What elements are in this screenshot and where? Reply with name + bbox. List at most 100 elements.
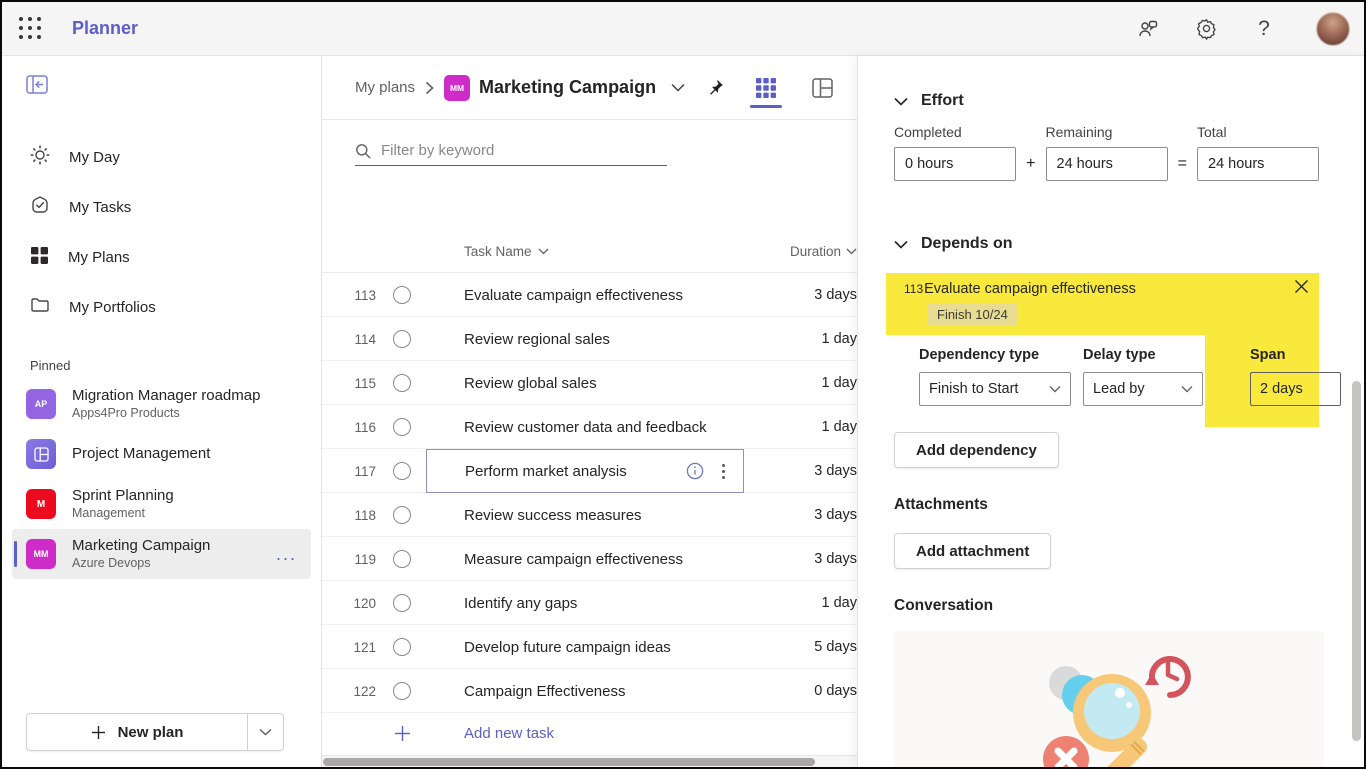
grid-view-icon — [755, 77, 777, 99]
add-new-task-row[interactable]: Add new task — [322, 713, 857, 753]
conversation-heading: Conversation — [894, 597, 1319, 615]
depends-on-section-header[interactable]: Depends on — [894, 235, 1319, 253]
task-complete-circle[interactable] — [393, 286, 411, 304]
task-name-cell[interactable]: Identify any gaps — [426, 581, 757, 625]
delay-type-label: Delay type — [1083, 347, 1203, 363]
task-name-cell[interactable]: Measure campaign effectiveness — [426, 537, 757, 581]
board-view-tab[interactable] — [809, 68, 835, 108]
feedback-icon[interactable] — [1136, 17, 1160, 41]
filter-input[interactable] — [381, 142, 667, 159]
table-row[interactable]: 116 Review customer data and feedback 1 … — [322, 405, 857, 449]
chevron-down-icon — [538, 248, 549, 255]
column-header-duration[interactable]: Duration — [757, 244, 857, 259]
breadcrumb-my-plans-link[interactable]: My plans — [355, 79, 415, 96]
column-header-task-name[interactable]: Task Name — [426, 244, 757, 259]
add-dependency-button[interactable]: Add dependency — [894, 432, 1059, 468]
task-complete-circle[interactable] — [393, 682, 411, 700]
plan-icon: MM — [444, 75, 470, 101]
task-complete-circle[interactable] — [393, 506, 411, 524]
task-duration: 3 days — [757, 507, 857, 523]
task-id: 117 — [322, 464, 378, 479]
task-complete-circle[interactable] — [393, 462, 411, 480]
horizontal-scrollbar[interactable] — [322, 755, 857, 767]
sidebar-nav: My Day My Tasks — [2, 132, 321, 332]
help-icon[interactable]: ? — [1252, 17, 1276, 41]
plan-title: Marketing Campaign — [72, 537, 210, 556]
task-complete-circle[interactable] — [393, 374, 411, 392]
sidebar-item-my-plans[interactable]: My Plans — [2, 232, 321, 282]
task-name-cell[interactable]: Review customer data and feedback — [426, 405, 757, 449]
plus-operator: + — [1016, 155, 1046, 181]
effort-section: Effort Completed + Remaining = Total — [894, 92, 1319, 181]
task-duration: 1 day — [757, 419, 857, 435]
task-complete-circle[interactable] — [393, 418, 411, 436]
total-label: Total — [1197, 124, 1319, 140]
dependency-type-select[interactable]: Finish to Start — [919, 372, 1071, 406]
kebab-menu-icon[interactable] — [720, 462, 727, 481]
chevron-down-icon — [894, 240, 908, 249]
info-icon[interactable] — [686, 462, 704, 480]
conversation-error-illustration — [1004, 645, 1214, 767]
table-row[interactable]: 122 Campaign Effectiveness 0 days — [322, 669, 857, 713]
grid-view-tab[interactable] — [753, 68, 779, 108]
finish-date-badge: Finish 10/24 — [928, 304, 1017, 325]
remove-dependency-icon[interactable] — [1294, 279, 1309, 294]
task-name-cell[interactable]: Perform market analysis — [426, 449, 744, 493]
task-id: 118 — [322, 508, 378, 523]
pinned-plan-migration-manager[interactable]: AP Migration Manager roadmap Apps4Pro Pr… — [12, 379, 311, 429]
task-name-cell[interactable]: Develop future campaign ideas — [426, 625, 757, 669]
task-name-cell[interactable]: Review regional sales — [426, 317, 757, 361]
grid-filled-icon — [30, 246, 49, 269]
sidebar-item-my-day[interactable]: My Day — [2, 132, 321, 182]
new-plan-button[interactable]: New plan — [27, 714, 247, 750]
sidebar-item-my-portfolios[interactable]: My Portfolios — [2, 282, 321, 332]
pinned-plan-marketing-campaign[interactable]: MM Marketing Campaign Azure Devops ... — [12, 529, 311, 579]
remaining-input[interactable] — [1046, 147, 1168, 181]
selected-indicator — [14, 541, 17, 567]
table-row[interactable]: 117 Perform market analysis 3 days — [322, 449, 857, 493]
avatar[interactable] — [1316, 12, 1350, 46]
pinned-plan-sprint-planning[interactable]: M Sprint Planning Management — [12, 479, 311, 529]
task-complete-circle[interactable] — [393, 638, 411, 656]
add-attachment-button[interactable]: Add attachment — [894, 533, 1051, 569]
task-complete-circle[interactable] — [393, 330, 411, 348]
task-name: Review customer data and feedback — [464, 419, 707, 436]
vertical-scrollbar-thumb[interactable] — [1352, 381, 1361, 741]
task-name-cell[interactable]: Campaign Effectiveness — [426, 669, 757, 713]
collapse-sidebar-icon[interactable] — [26, 74, 48, 94]
horizontal-scrollbar-thumb[interactable] — [323, 758, 815, 766]
pinned-list: AP Migration Manager roadmap Apps4Pro Pr… — [2, 379, 321, 579]
task-id: 119 — [322, 552, 378, 567]
span-input[interactable] — [1250, 372, 1341, 406]
app-launcher-icon[interactable] — [18, 16, 44, 42]
span-label: Span — [1250, 347, 1341, 363]
table-row[interactable]: 114 Review regional sales 1 day — [322, 317, 857, 361]
task-complete-circle[interactable] — [393, 550, 411, 568]
task-name-cell[interactable]: Review global sales — [426, 361, 757, 405]
task-name: Identify any gaps — [464, 595, 577, 612]
plan-title: Migration Manager roadmap — [72, 387, 260, 406]
sidebar-item-my-tasks[interactable]: My Tasks — [2, 182, 321, 232]
completed-input[interactable] — [894, 147, 1016, 181]
task-name-cell[interactable]: Review success measures — [426, 493, 757, 537]
more-options-icon[interactable]: ... — [276, 549, 297, 559]
settings-gear-icon[interactable] — [1194, 17, 1218, 41]
table-row[interactable]: 120 Identify any gaps 1 day — [322, 581, 857, 625]
table-row[interactable]: 113 Evaluate campaign effectiveness 3 da… — [322, 273, 857, 317]
new-plan-dropdown-button[interactable] — [247, 714, 283, 750]
task-id: 114 — [322, 332, 378, 347]
task-name-cell[interactable]: Evaluate campaign effectiveness — [426, 273, 757, 317]
depends-on-section: Depends on 113Evaluate campaign effectiv… — [894, 235, 1319, 468]
pin-icon[interactable] — [707, 79, 724, 96]
task-complete-circle[interactable] — [393, 594, 411, 612]
delay-type-select[interactable]: Lead by — [1083, 372, 1203, 406]
main-content: My plans MM Marketing Campaign — [322, 56, 857, 767]
table-row[interactable]: 119 Measure campaign effectiveness 3 day… — [322, 537, 857, 581]
table-row[interactable]: 118 Review success measures 3 days — [322, 493, 857, 537]
plan-switcher-chevron-icon[interactable] — [671, 83, 685, 92]
table-row[interactable]: 115 Review global sales 1 day — [322, 361, 857, 405]
table-row[interactable]: 121 Develop future campaign ideas 5 days — [322, 625, 857, 669]
pinned-plan-project-management[interactable]: Project Management — [12, 429, 311, 479]
effort-section-header[interactable]: Effort — [894, 92, 1319, 110]
total-input[interactable] — [1197, 147, 1319, 181]
